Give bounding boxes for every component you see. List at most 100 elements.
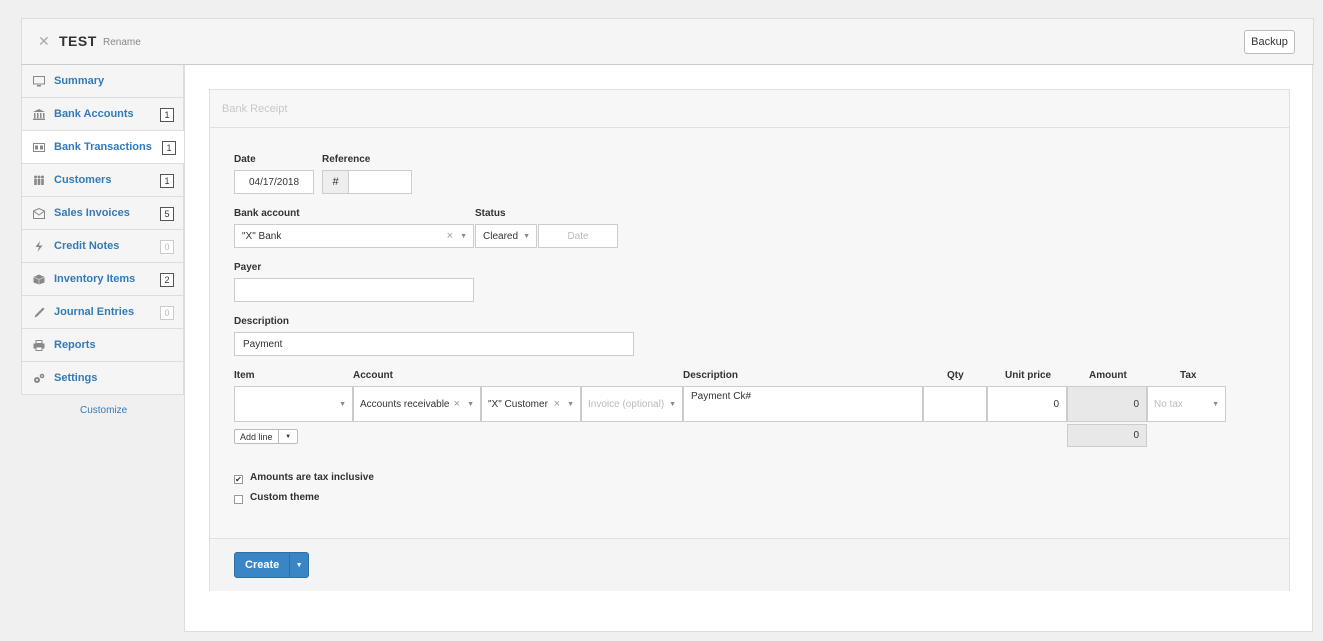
divider bbox=[210, 127, 1289, 128]
count-badge: 1 bbox=[160, 108, 174, 122]
sidebar-item-sales-invoices[interactable]: Sales Invoices 5 bbox=[21, 197, 184, 230]
sidebar-item-label: Inventory Items bbox=[54, 273, 136, 285]
sidebar-item-inventory-items[interactable]: Inventory Items 2 bbox=[21, 263, 184, 296]
line-item-select[interactable]: ▼ bbox=[234, 386, 353, 422]
box-icon bbox=[32, 273, 45, 285]
column-header-qty: Qty bbox=[947, 370, 964, 381]
description-field[interactable]: Payment bbox=[234, 332, 634, 356]
column-header-account: Account bbox=[353, 370, 393, 381]
chevron-down-icon[interactable]: ▼ bbox=[278, 430, 297, 443]
sidebar-item-label: Sales Invoices bbox=[54, 207, 130, 219]
sidebar-item-bank-accounts[interactable]: Bank Accounts 1 bbox=[21, 98, 184, 131]
close-icon[interactable]: ✕ bbox=[38, 33, 50, 50]
sidebar-item-label: Bank Transactions bbox=[54, 141, 152, 153]
date-label: Date bbox=[234, 154, 256, 165]
bank-account-label: Bank account bbox=[234, 208, 300, 219]
bank-account-value: "X" Bank bbox=[242, 230, 282, 242]
chevron-down-icon: ▼ bbox=[467, 400, 474, 408]
line-amount-value: 0 bbox=[1133, 398, 1139, 410]
transactions-icon bbox=[32, 141, 45, 153]
line-invoice-placeholder: Invoice (optional) bbox=[588, 398, 665, 410]
line-unit-price-field[interactable]: 0 bbox=[987, 386, 1067, 422]
invoice-icon bbox=[32, 207, 45, 219]
date-value: 04/17/2018 bbox=[248, 176, 300, 188]
clear-icon[interactable]: × bbox=[454, 398, 460, 410]
create-button[interactable]: Create ▼ bbox=[234, 552, 309, 578]
sidebar-item-settings[interactable]: Settings bbox=[21, 362, 184, 395]
chevron-down-icon[interactable]: ▼ bbox=[289, 553, 308, 577]
sidebar-item-label: Reports bbox=[54, 339, 96, 351]
line-unit-price-value: 0 bbox=[1053, 398, 1059, 410]
gears-icon bbox=[32, 372, 45, 384]
chevron-down-icon: ▼ bbox=[669, 400, 676, 408]
chevron-down-icon: ▼ bbox=[339, 400, 346, 408]
sidebar-item-summary[interactable]: Summary bbox=[21, 65, 184, 98]
chevron-down-icon: ▼ bbox=[1212, 400, 1219, 408]
sidebar-item-journal-entries[interactable]: Journal Entries 0 bbox=[21, 296, 184, 329]
status-select[interactable]: Cleared ▼ bbox=[475, 224, 537, 248]
bank-icon bbox=[32, 108, 45, 120]
reference-field[interactable] bbox=[348, 170, 412, 194]
line-account-value: Accounts receivable bbox=[360, 398, 450, 410]
column-header-description: Description bbox=[683, 370, 739, 381]
status-date-placeholder: Date bbox=[567, 230, 589, 242]
sidebar-item-credit-notes[interactable]: Credit Notes 0 bbox=[21, 230, 184, 263]
total-amount: 0 bbox=[1067, 424, 1147, 447]
reference-prefix: # bbox=[322, 170, 349, 194]
count-badge: 1 bbox=[162, 141, 176, 155]
column-header-amount: Amount bbox=[1089, 370, 1127, 381]
custom-theme-checkbox[interactable] bbox=[234, 495, 243, 504]
pen-icon bbox=[32, 306, 45, 318]
sidebar-item-label: Bank Accounts bbox=[54, 108, 134, 120]
line-qty-field[interactable] bbox=[923, 386, 987, 422]
amounts-tax-inclusive-checkbox[interactable]: ✔ bbox=[234, 475, 243, 484]
amounts-tax-inclusive-label: Amounts are tax inclusive bbox=[250, 472, 374, 483]
date-field[interactable]: 04/17/2018 bbox=[234, 170, 314, 194]
clear-icon[interactable]: × bbox=[447, 230, 453, 242]
sidebar-item-customers[interactable]: Customers 1 bbox=[21, 164, 184, 197]
line-invoice-select[interactable]: Invoice (optional) ▼ bbox=[581, 386, 683, 422]
total-amount-value: 0 bbox=[1133, 430, 1139, 441]
count-badge: 0 bbox=[160, 240, 174, 254]
top-header: ✕ TEST Rename Backup bbox=[21, 18, 1314, 65]
form-title: Bank Receipt bbox=[222, 103, 288, 115]
status-date-field[interactable]: Date bbox=[538, 224, 618, 248]
chevron-down-icon: ▼ bbox=[567, 400, 574, 408]
status-value: Cleared bbox=[483, 230, 519, 242]
count-badge: 2 bbox=[160, 273, 174, 287]
line-description-field[interactable]: Payment Ck# bbox=[683, 386, 923, 422]
line-description-value: Payment Ck# bbox=[691, 391, 752, 402]
description-value: Payment bbox=[243, 338, 283, 350]
rename-link[interactable]: Rename bbox=[103, 37, 141, 48]
column-header-tax: Tax bbox=[1180, 370, 1197, 381]
people-icon bbox=[32, 174, 45, 186]
payer-field[interactable] bbox=[234, 278, 474, 302]
backup-button[interactable]: Backup bbox=[1244, 30, 1295, 54]
sidebar-item-label: Settings bbox=[54, 372, 98, 384]
line-account-select[interactable]: Accounts receivable × ▼ bbox=[353, 386, 481, 422]
payer-label: Payer bbox=[234, 262, 262, 273]
count-badge: 5 bbox=[160, 207, 174, 221]
add-line-button[interactable]: Add line ▼ bbox=[234, 429, 298, 444]
sidebar-item-bank-transactions[interactable]: Bank Transactions 1 bbox=[21, 131, 185, 164]
sidebar-item-label: Journal Entries bbox=[54, 306, 135, 318]
column-header-unit-price: Unit price bbox=[1005, 370, 1052, 381]
line-tax-select[interactable]: No tax ▼ bbox=[1147, 386, 1226, 422]
column-header-item: Item bbox=[234, 370, 255, 381]
create-label: Create bbox=[245, 559, 280, 571]
chevron-down-icon: ▼ bbox=[460, 232, 467, 240]
customize-link[interactable]: Customize bbox=[80, 405, 127, 416]
form-footer bbox=[210, 538, 1289, 591]
sidebar-item-label: Summary bbox=[54, 75, 105, 87]
count-badge: 0 bbox=[160, 306, 174, 320]
sidebar-item-reports[interactable]: Reports bbox=[21, 329, 184, 362]
bank-account-select[interactable]: "X" Bank × ▼ bbox=[234, 224, 474, 248]
chevron-down-icon: ▼ bbox=[523, 232, 530, 240]
clear-icon[interactable]: × bbox=[554, 398, 560, 410]
add-line-label: Add line bbox=[240, 431, 273, 442]
line-customer-value: "X" Customer bbox=[488, 398, 548, 410]
sidebar-item-label: Customers bbox=[54, 174, 112, 186]
line-amount-field: 0 bbox=[1067, 386, 1147, 422]
main-content: Bank Receipt Date 04/17/2018 Reference #… bbox=[184, 65, 1313, 632]
line-customer-select[interactable]: "X" Customer × ▼ bbox=[481, 386, 581, 422]
